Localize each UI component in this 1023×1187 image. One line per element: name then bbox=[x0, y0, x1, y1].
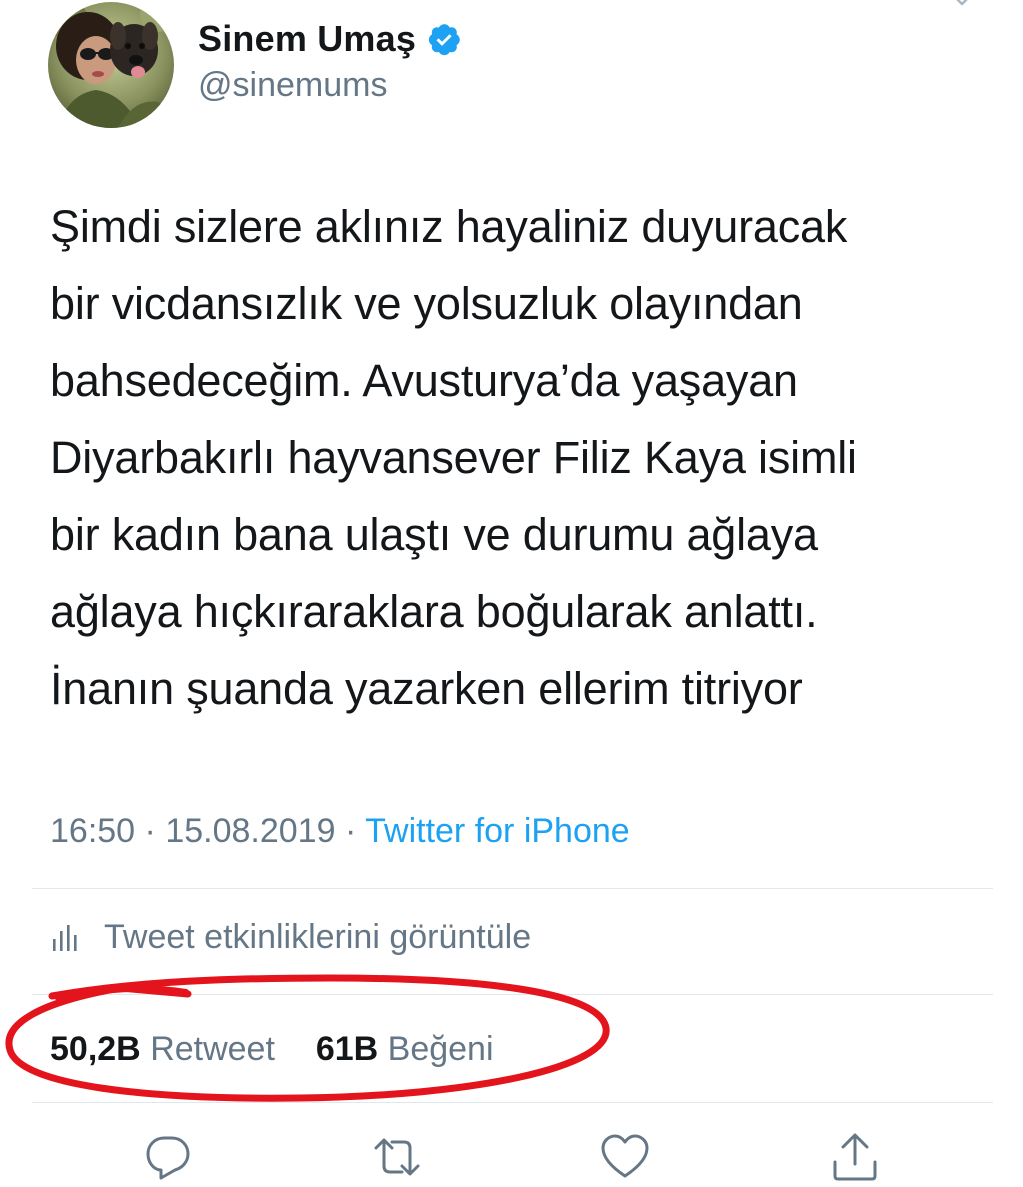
retweets-stat[interactable]: 50,2B Retweet bbox=[50, 1030, 284, 1068]
profile-photo-avatar bbox=[48, 2, 174, 128]
retweets-label: Retweet bbox=[150, 1030, 275, 1068]
reply-button[interactable] bbox=[143, 1132, 193, 1182]
tweet-stats: 50,2B Retweet 61B Beğeni bbox=[50, 1030, 494, 1069]
tweet-meta: 16:50 · 15.08.2019 · Twitter for iPhone bbox=[50, 812, 630, 851]
meta-separator: · bbox=[144, 812, 156, 850]
retweets-count: 50,2B bbox=[50, 1030, 141, 1068]
tweet-activity-label: Tweet etkinliklerini görüntüle bbox=[104, 918, 532, 956]
share-icon bbox=[833, 1133, 877, 1181]
retweet-button[interactable] bbox=[372, 1132, 422, 1182]
divider bbox=[32, 888, 993, 889]
author-name-row[interactable]: Sinem Umaş bbox=[198, 18, 462, 60]
avatar[interactable] bbox=[48, 2, 174, 128]
retweet-icon bbox=[374, 1138, 420, 1176]
reply-icon bbox=[146, 1136, 190, 1180]
tweet-activity-link[interactable]: Tweet etkinliklerini görüntüle bbox=[50, 918, 531, 957]
chevron-down-icon[interactable] bbox=[949, 0, 975, 12]
divider bbox=[32, 994, 993, 995]
tweet-date[interactable]: 15.08.2019 bbox=[165, 812, 335, 850]
share-button[interactable] bbox=[830, 1132, 880, 1182]
like-heart-icon bbox=[601, 1134, 649, 1178]
likes-stat[interactable]: 61B Beğeni bbox=[316, 1030, 494, 1068]
tweet-text: Şimdi sizlere aklınız hayaliniz duyuraca… bbox=[50, 201, 857, 714]
likes-count: 61B bbox=[315, 1030, 379, 1068]
like-button[interactable] bbox=[600, 1132, 650, 1182]
meta-separator-2: · bbox=[344, 812, 357, 850]
verified-badge-icon bbox=[429, 24, 460, 56]
divider bbox=[32, 1102, 993, 1103]
tweet-source-link[interactable]: Twitter for iPhone bbox=[365, 812, 630, 850]
tweet-time[interactable]: 16:50 bbox=[50, 812, 135, 850]
author-display-name[interactable]: Sinem Umaş bbox=[198, 18, 416, 60]
likes-label: Beğeni bbox=[387, 1030, 494, 1068]
analytics-bars-icon bbox=[53, 924, 77, 951]
author-handle[interactable]: @sinemums bbox=[198, 66, 387, 105]
tweet-action-bar bbox=[0, 1132, 1023, 1186]
